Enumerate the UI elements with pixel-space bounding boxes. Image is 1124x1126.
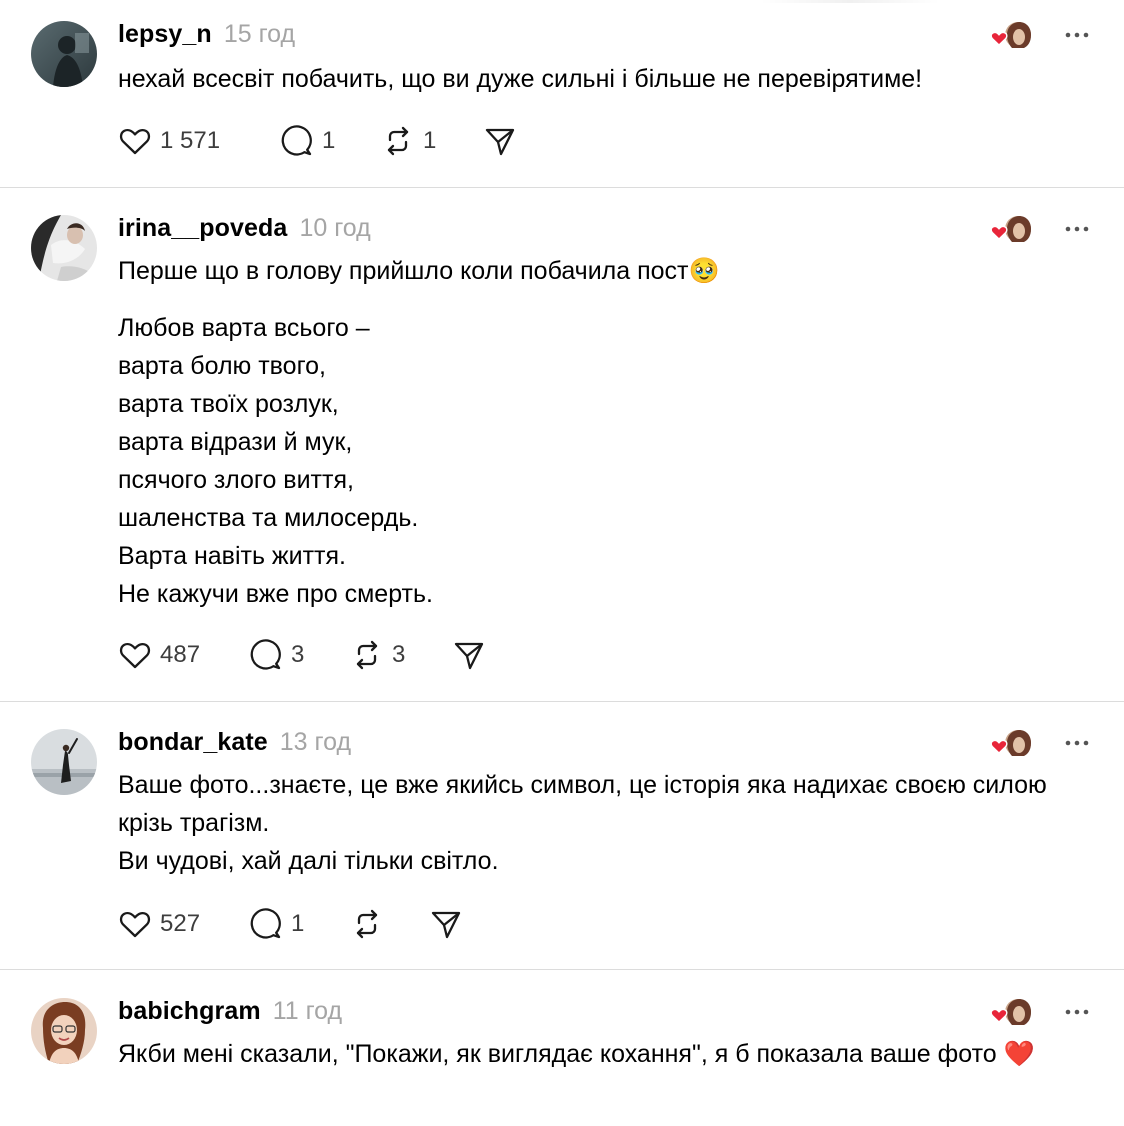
post-time: 11 год <box>272 997 343 1025</box>
author-liked-badge <box>988 18 1032 52</box>
repost-button[interactable]: 1 <box>381 124 483 158</box>
repost-icon <box>387 126 409 156</box>
like-count: 527 <box>160 910 201 937</box>
post-text: Перше що в голову прийшло коли побачила … <box>118 252 1064 613</box>
post-paragraph: нехай всесвіт побачить, що ви дуже сильн… <box>118 65 923 93</box>
more-options-button[interactable] <box>1064 22 1090 48</box>
username[interactable]: bondar_kate <box>118 728 268 757</box>
post-text: Ваше фото...знаєте, це вже якийсь символ… <box>118 766 1064 880</box>
heart-icon <box>119 128 151 155</box>
post-divider <box>0 969 1124 970</box>
username[interactable]: babichgram <box>118 997 261 1026</box>
like-count: 487 <box>160 641 201 668</box>
repost-icon <box>356 909 378 939</box>
more-options-button[interactable] <box>1064 216 1090 242</box>
avatar[interactable] <box>31 998 97 1064</box>
send-icon <box>454 642 484 670</box>
repost-count: 3 <box>392 641 406 668</box>
like-count: 1 571 <box>160 127 221 154</box>
send-icon <box>431 911 461 939</box>
top-scroll-shadow <box>760 0 940 3</box>
repost-button[interactable] <box>350 907 429 941</box>
post-text: нехай всесвіт побачить, що ви дуже сильн… <box>118 60 1064 98</box>
reply-icon <box>250 639 281 670</box>
send-icon <box>485 128 515 156</box>
post-text: Якби мені сказали, "Покажи, як виглядає … <box>118 1035 1064 1073</box>
reply-count: 1 <box>322 127 336 154</box>
avatar[interactable] <box>31 21 97 87</box>
reply-icon <box>281 125 312 156</box>
username[interactable]: lepsy_n <box>118 20 212 49</box>
reply-count: 1 <box>291 910 305 937</box>
post-paragraph: Перше що в голову прийшло коли побачила … <box>118 257 720 285</box>
repost-count: 1 <box>423 127 437 154</box>
repost-button[interactable]: 3 <box>350 638 452 672</box>
reply-button[interactable]: 3 <box>249 638 350 672</box>
post-time: 13 год <box>279 728 352 756</box>
heart-icon <box>119 911 151 938</box>
share-button[interactable] <box>429 907 463 941</box>
reply-button[interactable]: 1 <box>280 124 381 158</box>
post-divider <box>0 701 1124 702</box>
post-paragraph: Якби мені сказали, "Покажи, як виглядає … <box>118 1040 1035 1068</box>
avatar[interactable] <box>31 215 97 281</box>
author-liked-badge <box>988 995 1032 1029</box>
more-options-button[interactable] <box>1064 999 1090 1025</box>
repost-icon <box>356 640 378 670</box>
post-divider <box>0 187 1124 188</box>
share-button[interactable] <box>452 638 486 672</box>
post-paragraph: Ваше фото...знаєте, це вже якийсь символ… <box>118 771 1047 875</box>
share-button[interactable] <box>483 124 517 158</box>
author-liked-badge <box>988 212 1032 246</box>
like-button[interactable]: 527 <box>118 907 249 941</box>
reply-count: 3 <box>291 641 305 668</box>
author-liked-badge <box>988 726 1032 760</box>
post-time: 15 год <box>223 20 296 48</box>
like-button[interactable]: 487 <box>118 638 249 672</box>
more-options-button[interactable] <box>1064 730 1090 756</box>
reply-button[interactable]: 1 <box>249 907 350 941</box>
post-time: 10 год <box>299 214 371 242</box>
heart-icon <box>119 642 151 669</box>
avatar[interactable] <box>31 729 97 795</box>
post-paragraph: Любов варта всього – варта болю твого, в… <box>118 314 433 608</box>
like-button[interactable]: 1 571 <box>118 124 280 158</box>
username[interactable]: irina__poveda <box>118 214 287 243</box>
reply-icon <box>250 908 281 939</box>
